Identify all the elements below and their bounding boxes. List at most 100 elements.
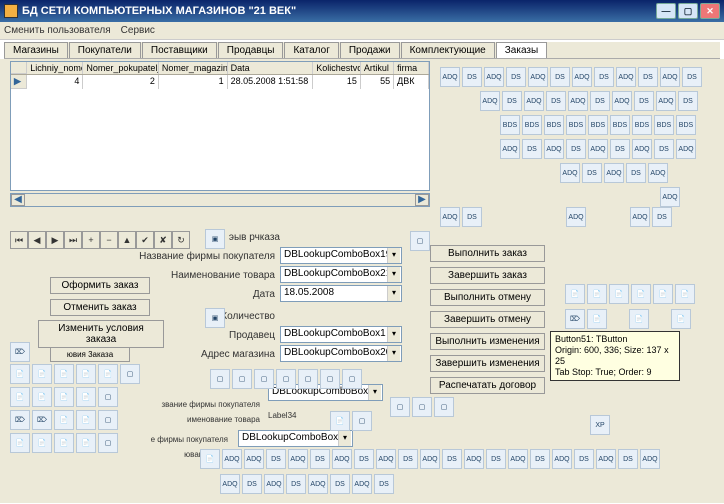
ado-query-icon[interactable]: ADQ [244, 449, 264, 469]
datasource-icon[interactable]: DS [242, 474, 262, 494]
bde-icon[interactable]: BDS [676, 115, 696, 135]
button-make-order[interactable]: Оформить заказ [50, 277, 150, 294]
report-icon[interactable]: 📄 [653, 284, 673, 304]
panel-icon[interactable]: ▢ [98, 410, 118, 430]
panel-icon[interactable]: ▢ [232, 369, 252, 389]
report-icon[interactable]: 📄 [587, 309, 607, 329]
bde-icon[interactable]: BDS [632, 115, 652, 135]
datasource-icon[interactable]: DS [590, 91, 610, 111]
ado-query-icon[interactable]: ADQ [656, 91, 676, 111]
ado-query-icon[interactable]: ADQ [616, 67, 636, 87]
report-icon[interactable]: 📄 [32, 433, 52, 453]
tab-catalog[interactable]: Каталог [284, 42, 338, 58]
report-icon[interactable]: 📄 [76, 364, 96, 384]
ado-query-icon[interactable]: ADQ [660, 67, 680, 87]
col-pokupatel[interactable]: Nomer_pokupatelja [83, 62, 159, 74]
nav-refresh-icon[interactable]: ↻ [172, 231, 190, 249]
report-icon[interactable]: 📄 [330, 411, 350, 431]
datasource-icon[interactable]: DS [610, 139, 630, 159]
datasource-icon[interactable]: DS [442, 449, 462, 469]
ado-query-icon[interactable]: ADQ [612, 91, 632, 111]
ado-query-icon[interactable]: ADQ [572, 67, 592, 87]
ado-query-icon[interactable]: ADQ [560, 163, 580, 183]
panel-icon[interactable]: ▢ [342, 369, 362, 389]
report-icon[interactable]: 📄 [200, 449, 220, 469]
button-change-conditions-2[interactable]: ювия 3аказа [50, 347, 130, 362]
report-icon[interactable]: 📄 [10, 364, 30, 384]
ado-query-icon[interactable]: ADQ [464, 449, 484, 469]
report-icon[interactable]: 📄 [54, 364, 74, 384]
bde-icon[interactable]: BDS [610, 115, 630, 135]
datasource-icon[interactable]: DS [550, 67, 570, 87]
report-icon[interactable]: 📄 [32, 387, 52, 407]
report-icon[interactable]: 📄 [98, 364, 118, 384]
ado-query-icon[interactable]: ADQ [630, 207, 650, 227]
tab-orders[interactable]: Заказы [496, 42, 547, 58]
nav-edit-icon[interactable]: ▲ [118, 231, 136, 249]
button-change-conditions[interactable]: Изменить условия заказа [38, 320, 164, 348]
ado-query-icon[interactable]: ADQ [288, 449, 308, 469]
datasource-icon[interactable]: DS [654, 139, 674, 159]
ado-query-icon[interactable]: ADQ [480, 91, 500, 111]
panel-icon[interactable]: ▢ [254, 369, 274, 389]
table-row[interactable]: ▶ 4 2 1 28.05.2008 1:51:58 15 55 ДВК [11, 75, 429, 89]
grid-h-scrollbar[interactable]: ◀ ▶ [10, 193, 430, 207]
menu-change-user[interactable]: Сменить пользователя [4, 25, 111, 36]
button-finish-changes[interactable]: Завершить изменения [430, 355, 545, 372]
ado-query-icon[interactable]: ADQ [508, 449, 528, 469]
bin-icon[interactable]: ⌦ [10, 342, 30, 362]
bin-icon[interactable]: ⌦ [565, 309, 585, 329]
datasource-icon[interactable]: DS [506, 67, 526, 87]
checkbox-icon[interactable]: ▣ [205, 229, 225, 249]
ado-query-icon[interactable]: ADQ [220, 474, 240, 494]
grid-body[interactable]: ▶ 4 2 1 28.05.2008 1:51:58 15 55 ДВК [11, 75, 429, 175]
datasource-icon[interactable]: DS [522, 139, 542, 159]
datasource-icon[interactable]: DS [574, 449, 594, 469]
datasource-icon[interactable]: DS [530, 449, 550, 469]
tab-shops[interactable]: Магазины [4, 42, 68, 58]
scroll-left-icon[interactable]: ◀ [11, 194, 25, 206]
minimize-button[interactable]: — [656, 3, 676, 19]
tab-sellers[interactable]: Продавцы [218, 42, 284, 58]
report-icon[interactable]: 📄 [565, 284, 585, 304]
panel-icon[interactable]: ▢ [434, 397, 454, 417]
xp-manifest-icon[interactable]: XP [590, 415, 610, 435]
report-icon[interactable]: 📄 [32, 364, 52, 384]
scroll-right-icon[interactable]: ▶ [415, 194, 429, 206]
button-cancel-order[interactable]: Отменить заказ [50, 299, 150, 316]
bin-icon[interactable]: ⌦ [10, 410, 30, 430]
panel-icon[interactable]: ▢ [276, 369, 296, 389]
ado-query-icon[interactable]: ADQ [544, 139, 564, 159]
report-icon[interactable]: 📄 [609, 284, 629, 304]
datasource-icon[interactable]: DS [310, 449, 330, 469]
datasource-icon[interactable]: DS [330, 474, 350, 494]
report-icon[interactable]: 📄 [54, 387, 74, 407]
col-firma[interactable]: firma [394, 62, 429, 74]
datasource-icon[interactable]: DS [582, 163, 602, 183]
ado-query-icon[interactable]: ADQ [440, 207, 460, 227]
col-data[interactable]: Data [228, 62, 314, 74]
datasource-icon[interactable]: DS [594, 67, 614, 87]
panel-icon[interactable]: ▢ [390, 397, 410, 417]
ado-query-icon[interactable]: ADQ [500, 139, 520, 159]
ado-query-icon[interactable]: ADQ [420, 449, 440, 469]
datasource-icon[interactable]: DS [638, 67, 658, 87]
button-do-order[interactable]: Выполнить заказ [430, 245, 545, 262]
nav-next-icon[interactable]: ▶ [46, 231, 64, 249]
report-icon[interactable]: 📄 [76, 410, 96, 430]
close-button[interactable]: ✕ [700, 3, 720, 19]
checkbox-icon[interactable]: ▣ [205, 308, 225, 328]
nav-cancel-icon[interactable]: ✘ [154, 231, 172, 249]
bin-icon[interactable]: ⌦ [32, 410, 52, 430]
tab-components[interactable]: Комплектующие [401, 42, 495, 58]
ado-query-icon[interactable]: ADQ [528, 67, 548, 87]
ado-query-icon[interactable]: ADQ [332, 449, 352, 469]
panel-icon[interactable]: ▢ [98, 433, 118, 453]
datasource-icon[interactable]: DS [398, 449, 418, 469]
ado-query-icon[interactable]: ADQ [308, 474, 328, 494]
col-lichniy[interactable]: Lichniy_nomer [27, 62, 83, 74]
panel-icon[interactable]: ▢ [98, 387, 118, 407]
combo-shop-address[interactable]: DBLookupComboBox20 [280, 345, 402, 362]
combo-product-name[interactable]: DBLookupComboBox21 [280, 266, 402, 283]
col-kolich[interactable]: Kolichestvo [313, 62, 361, 74]
